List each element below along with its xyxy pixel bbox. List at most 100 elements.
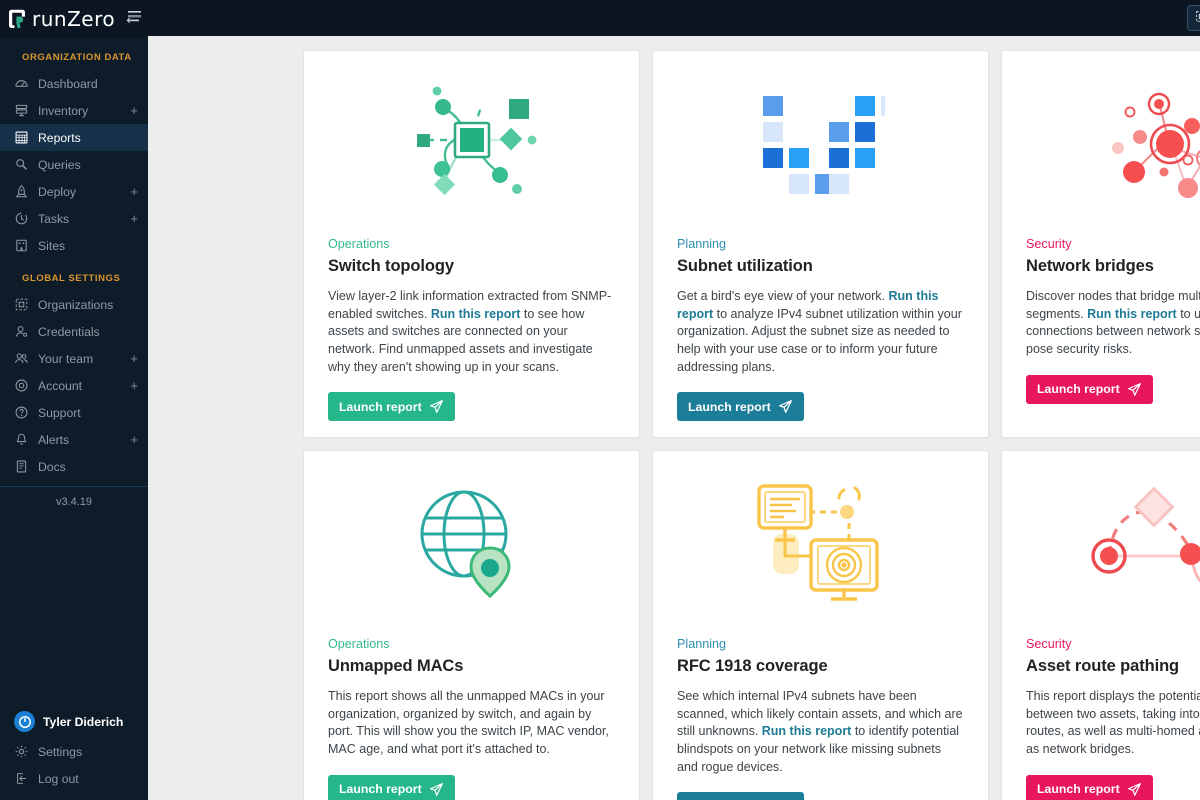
inventory-icon [14,103,29,118]
paper-plane-icon [429,399,444,414]
nav-group-title-global-settings: GLOBAL SETTINGS [22,273,121,284]
sidebar-item-label: Docs [38,459,66,474]
support-icon [14,405,29,420]
collapse-sidebar-icon[interactable] [125,9,143,30]
desc-after: to analyze IPv4 subnet utilization withi… [677,306,962,374]
gear-icon [14,744,29,759]
run-this-report-link[interactable]: Run this report [431,307,521,321]
sidebar-item-credentials[interactable]: Credentials [0,318,148,345]
user-avatar-icon [14,711,35,732]
launch-report-button[interactable]: Launch report [677,792,804,800]
sidebar-item-your-team[interactable]: Your team + [0,345,148,372]
launch-report-button[interactable]: Launch report [677,392,804,422]
expand-account-button[interactable]: + [130,379,138,392]
report-category: Operations [328,237,390,252]
report-description: Discover nodes that bridge multiple netw… [1026,288,1200,358]
expand-tasks-button[interactable]: + [130,212,138,225]
paper-plane-icon [1127,382,1142,397]
network-bridges-illustration [1026,51,1200,237]
run-this-report-link[interactable]: Run this report [1087,307,1177,321]
report-description: This report shows all the unmapped MACs … [328,688,615,758]
report-card-subnet-utilization[interactable]: Planning Subnet utilization Get a bird's… [652,50,989,439]
sidebar-item-alerts[interactable]: Alerts + [0,426,148,453]
paper-plane-icon [429,782,444,797]
launch-report-button[interactable]: Launch report [1026,774,1153,800]
report-title: Unmapped MACs [328,657,464,676]
user-profile[interactable]: Tyler Diderich [0,705,148,738]
sidebar-item-reports[interactable]: Reports [0,124,148,151]
asset-route-pathing-illustration [1026,451,1200,637]
report-title: Switch topology [328,257,454,276]
sidebar-item-inventory[interactable]: Inventory + [0,97,148,124]
logout-icon [14,771,29,786]
run-this-report-link[interactable]: Run this report [762,724,852,738]
docs-icon [14,459,29,474]
expand-deploy-button[interactable]: + [130,185,138,198]
report-description: View layer-2 link information extracted … [328,288,615,376]
report-card-rfc-1918-coverage[interactable]: Planning RFC 1918 coverage See which int… [652,450,989,800]
sidebar-item-docs[interactable]: Docs [0,453,148,480]
report-description: See which internal IPv4 subnets have bee… [677,688,964,776]
launch-report-button[interactable]: Launch report [1026,374,1153,404]
reports-grid: Operations Switch topology View layer-2 … [148,50,1200,800]
report-card-unmapped-macs[interactable]: Operations Unmapped MACs This report sho… [303,450,640,800]
report-card-network-bridges[interactable]: Security Network bridges Discover nodes … [1001,50,1200,439]
logo[interactable]: runZero [6,8,115,30]
logo-wordmark: runZero [32,7,116,31]
desc-before: Get a bird's eye view of your network. [677,289,889,304]
sidebar-item-label: Settings [38,744,83,759]
sidebar-item-account[interactable]: Account + [0,372,148,399]
sidebar-item-label: Queries [38,157,81,172]
brand-header: runZero [0,0,148,38]
report-category: Security [1026,637,1072,652]
report-description: This report displays the potential conne… [1026,688,1200,758]
account-icon [14,378,29,393]
expand-alerts-button[interactable]: + [130,433,138,446]
sidebar-item-sites[interactable]: Sites [0,232,148,259]
reports-icon [14,130,29,145]
launch-report-label: Launch report [339,399,422,414]
sidebar: runZero ORGANIZATION DATA Dashboard Inve… [0,0,148,800]
launch-report-label: Launch report [339,782,422,797]
sidebar-item-dashboard[interactable]: Dashboard [0,70,148,97]
rfc1918-coverage-illustration [677,451,964,637]
main-area: Lab - IoT (admin) [148,0,1200,800]
report-category: Planning [677,637,727,652]
sidebar-item-label: Organizations [38,297,114,312]
sidebar-item-label: Your team [38,351,94,366]
sidebar-item-label: Inventory [38,103,89,118]
desc-before: This report displays the potential conne… [1026,689,1200,756]
org-selector[interactable]: Lab - IoT (admin) [1186,5,1200,32]
report-category: Planning [677,237,727,252]
report-title: Subnet utilization [677,257,813,276]
paper-plane-icon [778,399,793,414]
report-card-asset-route-pathing[interactable]: Security Asset route pathing This report… [1001,450,1200,800]
sidebar-item-label: Log out [38,771,79,786]
launch-report-button[interactable]: Launch report [328,774,455,800]
expand-team-button[interactable]: + [130,352,138,365]
tasks-icon [14,211,29,226]
sidebar-footer: Tyler Diderich Settings Log out [0,705,148,800]
sidebar-item-label: Account [38,378,83,393]
runzero-logo-icon [6,8,28,30]
launch-report-label: Launch report [1037,782,1120,797]
app-version: v3.4.19 [55,496,93,508]
sidebar-item-tasks[interactable]: Tasks + [0,205,148,232]
sidebar-item-logout[interactable]: Log out [0,765,148,792]
sidebar-item-queries[interactable]: Queries [0,151,148,178]
sidebar-item-deploy[interactable]: Deploy + [0,178,148,205]
expand-inventory-button[interactable]: + [130,104,138,117]
sidebar-item-settings[interactable]: Settings [0,738,148,765]
sidebar-item-support[interactable]: Support [0,399,148,426]
launch-report-button[interactable]: Launch report [328,392,455,422]
reports-content: Operations Switch topology View layer-2 … [148,36,1200,800]
queries-icon [14,157,29,172]
report-card-switch-topology[interactable]: Operations Switch topology View layer-2 … [303,50,640,439]
launch-report-label: Launch report [688,399,771,414]
sites-icon [14,238,29,253]
app-root: runZero ORGANIZATION DATA Dashboard Inve… [0,0,1200,800]
sidebar-item-organizations[interactable]: Organizations [0,291,148,318]
alerts-icon [14,432,29,447]
report-description: Get a bird's eye view of your network. R… [677,288,964,376]
nav-group-title-organization-data: ORGANIZATION DATA [22,52,132,63]
